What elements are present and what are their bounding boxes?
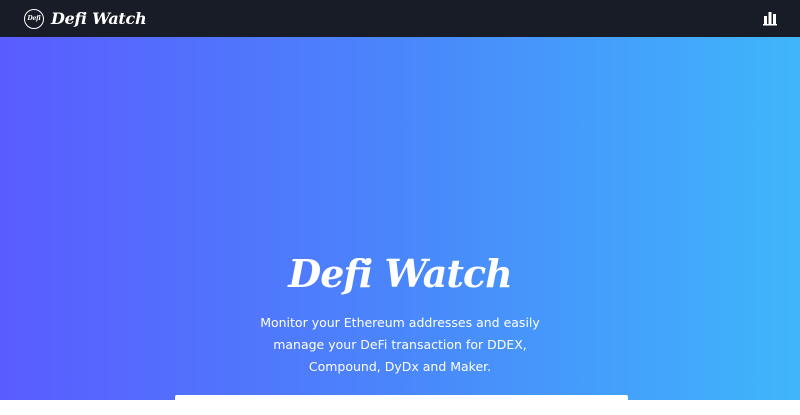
brand-logo-icon: Defi: [24, 8, 44, 29]
hero-description: Monitor your Ethereum addresses and easi…: [260, 315, 540, 374]
address-search-box[interactable]: [175, 395, 628, 415]
top-navbar: Defi Defi Watch: [0, 0, 800, 37]
hero-title: Defi Watch: [288, 251, 512, 296]
brand-link[interactable]: Defi Defi Watch: [24, 8, 147, 29]
bar-chart-icon[interactable]: [762, 10, 778, 26]
hero-section: Defi Watch Monitor your Ethereum address…: [0, 37, 800, 415]
brand-name: Defi Watch: [51, 9, 147, 28]
